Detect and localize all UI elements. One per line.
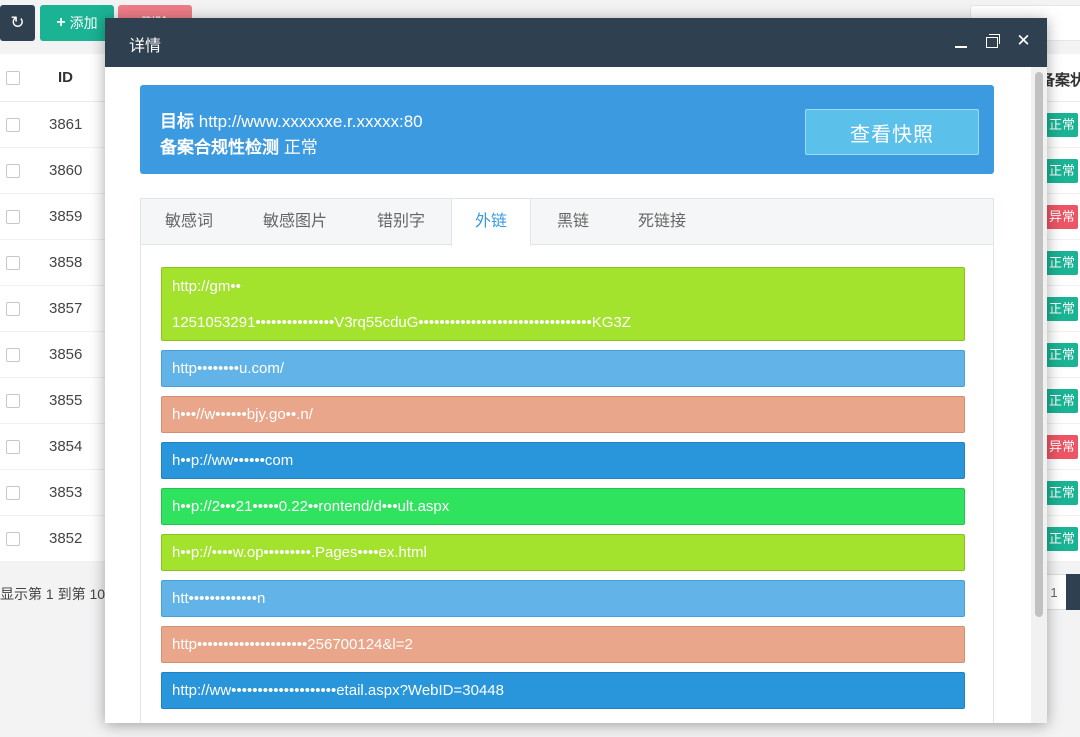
row-checkbox[interactable] (6, 302, 20, 316)
link-url-continued: 1251053291•••••••••••••••V3rq55cduG•••••… (172, 314, 631, 331)
row-id: 3855 (49, 392, 83, 409)
external-link-item[interactable]: http://gm•• 1251053291•••••••••••••••V3rq… (161, 267, 965, 341)
compliance-value: 正常 (283, 138, 318, 157)
modal-header: 详情 ✕ (105, 18, 1047, 67)
modal-scrollbar-thumb[interactable] (1035, 72, 1043, 617)
select-all-checkbox[interactable] (6, 71, 20, 85)
row-id: 3858 (49, 254, 83, 271)
row-checkbox[interactable] (6, 164, 20, 178)
plus-icon: + (56, 14, 66, 31)
pagination-info: 显示第 1 到第 10 (0, 586, 106, 602)
link-url: http•••••••••••••••••••••256700124&l=2 (172, 636, 413, 653)
tab-0[interactable]: 敏感词 (165, 199, 213, 245)
maximize-icon[interactable] (985, 31, 1000, 51)
target-info-panel: 目标 http://www.xxxxxxe.r.xxxxx:80 备案合规性检测… (140, 85, 994, 174)
tab-4[interactable]: 黑链 (557, 199, 589, 245)
pager-active-button[interactable] (1066, 574, 1080, 610)
external-link-item[interactable]: h•••//w••••••bjy.go••.n/ (161, 396, 965, 433)
view-snapshot-button[interactable]: 查看快照 (805, 109, 979, 155)
add-button-label: 添加 (69, 15, 98, 31)
id-column-header[interactable]: ID (58, 69, 73, 86)
status-badge: 异常 (1046, 205, 1079, 229)
status-badge: 正常 (1046, 113, 1079, 137)
refresh-icon: ↻ (10, 13, 25, 32)
status-badge: 正常 (1046, 343, 1079, 367)
detail-modal: 详情 ✕ 目标 http://www.xxxxxxe.r.xxxxx:80 备案… (105, 18, 1047, 723)
row-checkbox[interactable] (6, 440, 20, 454)
tab-1[interactable]: 敏感图片 (263, 199, 327, 245)
status-badge: 正常 (1046, 251, 1079, 275)
link-url: h••p://2•••21•••••0.22••rontend/d•••ult.… (172, 498, 450, 515)
close-icon[interactable]: ✕ (1016, 31, 1031, 51)
external-link-item[interactable]: http••••••••u.com/ (161, 350, 965, 387)
external-link-item[interactable]: h••p://ww••••••com (161, 442, 965, 479)
external-link-item[interactable]: http•••••••••••••••••••••256700124&l=2 (161, 626, 965, 663)
external-link-item[interactable]: http://ww••••••••••••••••••••etail.aspx?… (161, 672, 965, 709)
status-badge: 正常 (1046, 527, 1079, 551)
minimize-icon[interactable] (954, 31, 969, 51)
row-checkbox[interactable] (6, 486, 20, 500)
status-badge: 正常 (1046, 159, 1079, 183)
row-id: 3860 (49, 162, 83, 179)
tab-3[interactable]: 外链 (451, 199, 531, 246)
link-url: h••p://••••w.op•••••••••.Pages••••ex.htm… (172, 544, 427, 561)
row-id: 3854 (49, 438, 83, 455)
compliance-label: 备案合规性检测 (160, 138, 279, 157)
status-badge: 正常 (1046, 481, 1079, 505)
external-link-item[interactable]: htt•••••••••••••n (161, 580, 965, 617)
external-link-item[interactable]: h••p://2•••21•••••0.22••rontend/d•••ult.… (161, 488, 965, 525)
tab-bar: 敏感词 敏感图片 错别字 外链 黑链 死链接 (141, 199, 993, 246)
row-id: 3861 (49, 116, 83, 133)
link-url: h••p://ww••••••com (172, 452, 294, 469)
add-button[interactable]: + 添加 (40, 5, 114, 41)
external-link-item[interactable]: h••p://••••w.op•••••••••.Pages••••ex.htm… (161, 534, 965, 571)
status-badge: 异常 (1046, 435, 1079, 459)
row-checkbox[interactable] (6, 532, 20, 546)
row-checkbox[interactable] (6, 210, 20, 224)
link-url: htt•••••••••••••n (172, 590, 266, 607)
row-id: 3856 (49, 346, 83, 363)
row-id: 3859 (49, 208, 83, 225)
status-badge: 正常 (1046, 389, 1079, 413)
link-url: http://ww••••••••••••••••••••etail.aspx?… (172, 682, 504, 699)
refresh-button[interactable]: ↻ (0, 5, 35, 41)
link-url: http••••••••u.com/ (172, 360, 285, 377)
row-checkbox[interactable] (6, 118, 20, 132)
modal-title: 详情 (129, 38, 162, 55)
row-checkbox[interactable] (6, 394, 20, 408)
row-id: 3857 (49, 300, 83, 317)
status-badge: 正常 (1046, 297, 1079, 321)
external-links-list: http://gm•• 1251053291•••••••••••••••V3rq… (161, 267, 967, 718)
link-url: h•••//w••••••bjy.go••.n/ (172, 406, 313, 423)
link-url: http://gm•• (172, 278, 241, 295)
tab-5[interactable]: 死链接 (638, 199, 686, 245)
result-tabs-panel: 敏感词 敏感图片 错别字 外链 黑链 死链接 http://gm•• 1251053291•… (140, 198, 994, 723)
target-label: 目标 (160, 112, 194, 131)
compliance-line: 备案合规性检测 正常 (160, 133, 318, 158)
row-checkbox[interactable] (6, 256, 20, 270)
target-url: http://www.xxxxxxe.r.xxxxx:80 (198, 112, 423, 131)
tab-2[interactable]: 错别字 (377, 199, 425, 245)
target-line: 目标 http://www.xxxxxxe.r.xxxxx:80 (160, 107, 423, 132)
row-id: 3852 (49, 530, 83, 547)
row-id: 3853 (49, 484, 83, 501)
window-controls: ✕ (954, 31, 1031, 51)
row-checkbox[interactable] (6, 348, 20, 362)
